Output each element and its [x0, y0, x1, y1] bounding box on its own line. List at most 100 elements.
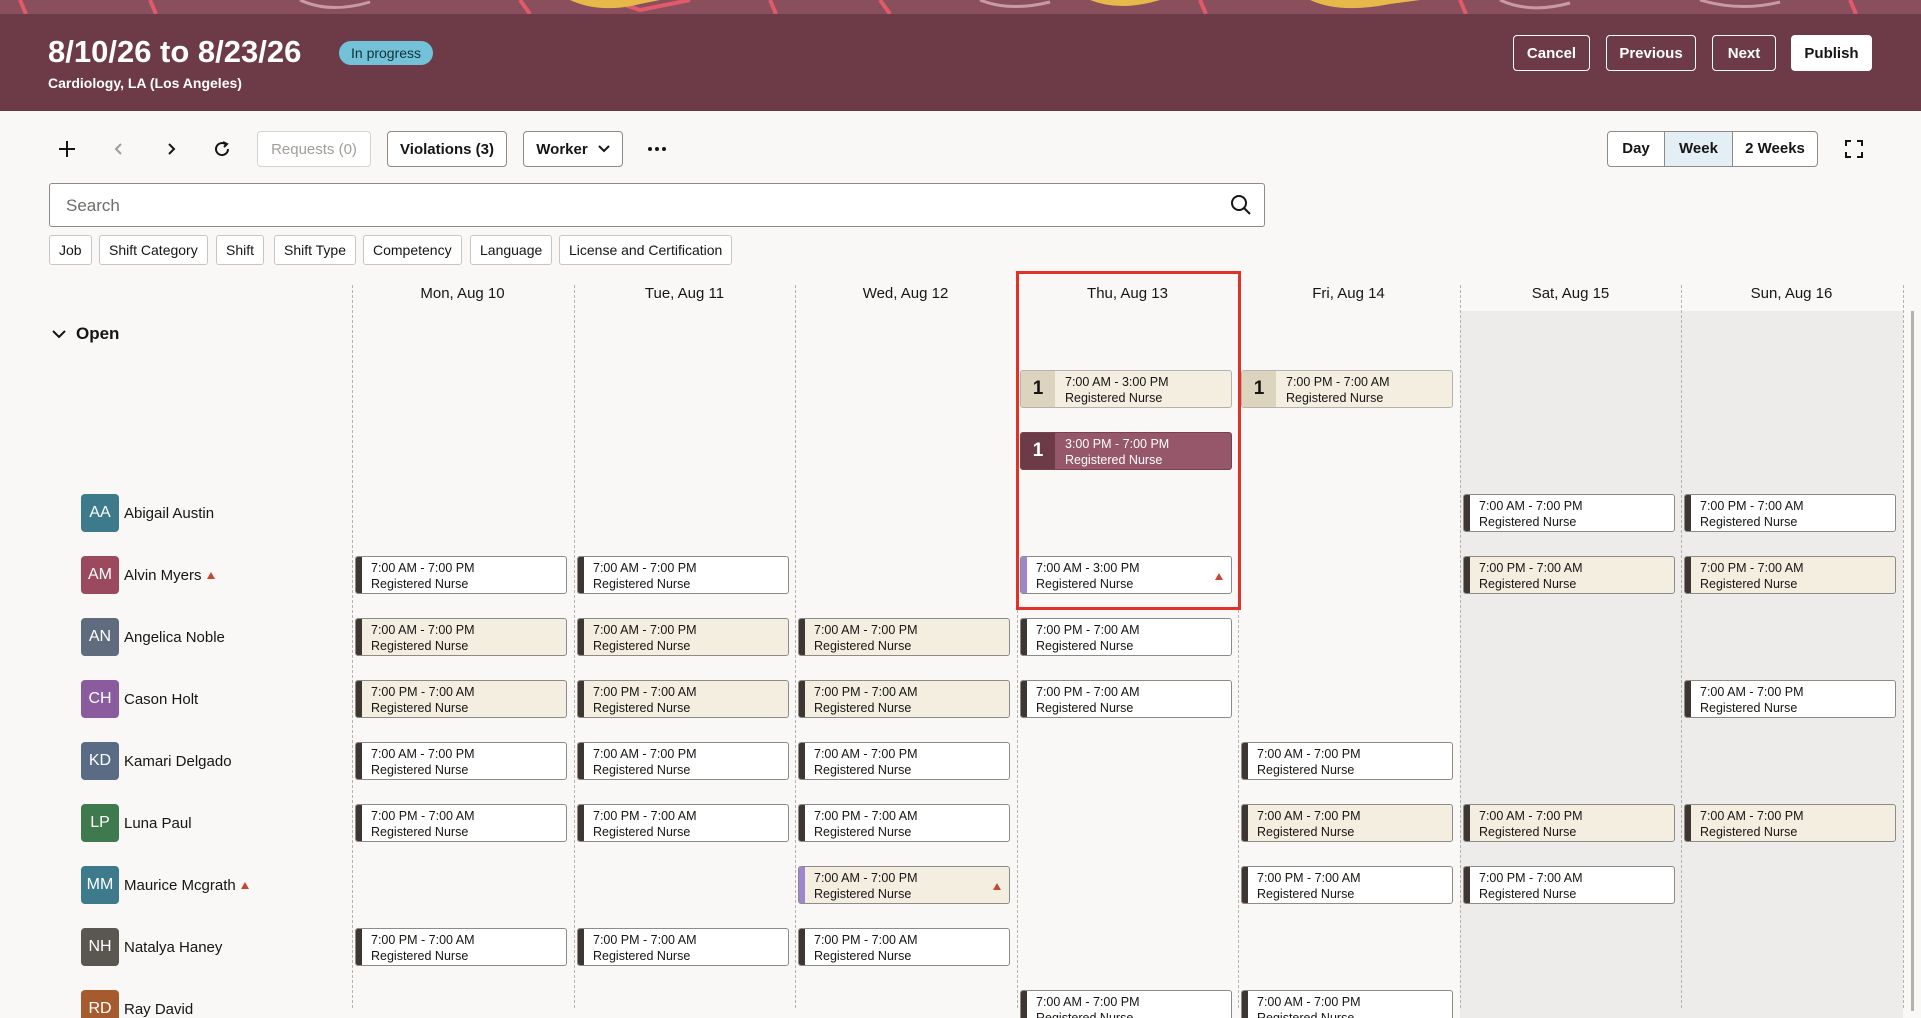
shift-time: 7:00 PM - 7:00 AM: [371, 809, 475, 823]
shift-role: Registered Nurse: [1479, 515, 1577, 529]
worker-dropdown[interactable]: Worker: [523, 131, 623, 167]
shift-card[interactable]: 7:00 PM - 7:00 AM Registered Nurse: [798, 928, 1010, 966]
worker-row-label[interactable]: AN Angelica Noble: [81, 618, 225, 656]
cancel-button[interactable]: Cancel: [1513, 35, 1590, 71]
search-icon[interactable]: [1230, 194, 1252, 221]
add-icon[interactable]: [49, 133, 85, 165]
shift-card[interactable]: 7:00 AM - 7:00 PM Registered Nurse: [1241, 804, 1453, 842]
shift-card[interactable]: 7:00 AM - 7:00 PM Registered Nurse: [355, 618, 567, 656]
refresh-icon[interactable]: [204, 133, 240, 165]
view-day-button[interactable]: Day: [1608, 132, 1665, 166]
shift-card[interactable]: 7:00 AM - 7:00 PM Registered Nurse: [1241, 742, 1453, 780]
view-week-button[interactable]: Week: [1665, 132, 1733, 166]
worker-row-label[interactable]: NH Natalya Haney: [81, 928, 222, 966]
shift-role: Registered Nurse: [1257, 825, 1355, 839]
publish-button[interactable]: Publish: [1791, 35, 1872, 71]
vertical-scrollbar[interactable]: [1911, 311, 1914, 1011]
avatar: LP: [81, 804, 119, 842]
filter-shift[interactable]: Shift: [216, 235, 265, 265]
worker-row-label[interactable]: KD Kamari Delgado: [81, 742, 232, 780]
shift-time: 7:00 PM - 7:00 AM: [814, 933, 918, 947]
shift-card[interactable]: 7:00 AM - 7:00 PM Registered Nurse: [577, 742, 789, 780]
shift-card[interactable]: 7:00 PM - 7:00 AM Registered Nurse: [577, 928, 789, 966]
shift-role: Registered Nurse: [814, 701, 912, 715]
shift-card[interactable]: 7:00 AM - 7:00 PM Registered Nurse: [355, 742, 567, 780]
chevron-left-icon[interactable]: [101, 133, 137, 165]
shift-time: 7:00 PM - 7:00 AM: [1700, 499, 1804, 513]
shift-card[interactable]: 7:00 PM - 7:00 AM Registered Nurse: [1463, 866, 1675, 904]
shift-card[interactable]: 7:00 AM - 7:00 PM Registered Nurse: [1684, 804, 1896, 842]
more-options-icon[interactable]: [639, 133, 675, 165]
shift-card[interactable]: 7:00 PM - 7:00 AM Registered Nurse: [1020, 680, 1232, 718]
shift-card[interactable]: 7:00 AM - 7:00 PM Registered Nurse: [1241, 990, 1453, 1018]
day-header: Mon, Aug 10: [420, 285, 505, 302]
open-section-toggle[interactable]: Open: [52, 324, 119, 344]
shift-role: Registered Nurse: [371, 577, 469, 591]
day-header: Sat, Aug 15: [1531, 285, 1610, 302]
worker-row-label[interactable]: LP Luna Paul: [81, 804, 192, 842]
shift-card[interactable]: 7:00 AM - 7:00 PM Registered Nurse: [798, 618, 1010, 656]
shift-card[interactable]: 7:00 AM - 7:00 PM Registered Nurse: [1684, 680, 1896, 718]
next-button[interactable]: Next: [1712, 35, 1776, 71]
avatar: AA: [81, 494, 119, 532]
shift-card[interactable]: 7:00 PM - 7:00 AM Registered Nurse: [355, 928, 567, 966]
filter-shift-type[interactable]: Shift Type: [274, 235, 357, 265]
shift-card[interactable]: 7:00 PM - 7:00 AM Registered Nurse: [1463, 556, 1675, 594]
shift-card[interactable]: 7:00 AM - 7:00 PM Registered Nurse: [577, 556, 789, 594]
fullscreen-icon[interactable]: [1836, 133, 1872, 165]
shift-card[interactable]: 7:00 PM - 7:00 AM Registered Nurse: [577, 680, 789, 718]
shift-card[interactable]: 7:00 AM - 7:00 PM Registered Nurse: [1020, 990, 1232, 1018]
search-input[interactable]: [66, 194, 1196, 218]
shift-time: 7:00 AM - 7:00 PM: [593, 747, 697, 761]
worker-row-label[interactable]: RD Ray David: [81, 990, 193, 1018]
violations-button[interactable]: Violations (3): [387, 131, 507, 167]
shift-accent-bar: [1685, 805, 1691, 841]
filter-shift-category[interactable]: Shift Category: [99, 235, 208, 265]
shift-card[interactable]: 7:00 AM - 7:00 PM Registered Nurse: [798, 866, 1010, 904]
shift-card[interactable]: 7:00 AM - 7:00 PM Registered Nurse: [1463, 804, 1675, 842]
shift-card[interactable]: 7:00 AM - 7:00 PM Registered Nurse: [1463, 494, 1675, 532]
chevron-right-icon[interactable]: [153, 133, 189, 165]
shift-accent-bar: [1021, 681, 1027, 717]
shift-accent-bar: [799, 867, 805, 903]
filter-language[interactable]: Language: [470, 235, 553, 265]
avatar: NH: [81, 928, 119, 966]
avatar: CH: [81, 680, 119, 718]
filter-job[interactable]: Job: [49, 235, 92, 265]
shift-accent-bar: [578, 743, 584, 779]
shift-card[interactable]: 7:00 PM - 7:00 AM Registered Nurse: [798, 804, 1010, 842]
view-2-weeks-button[interactable]: 2 Weeks: [1733, 132, 1817, 166]
warning-icon: [993, 883, 1001, 890]
shift-card[interactable]: 7:00 PM - 7:00 AM Registered Nurse: [1241, 866, 1453, 904]
shift-card[interactable]: 7:00 PM - 7:00 AM Registered Nurse: [1020, 618, 1232, 656]
shift-card[interactable]: 7:00 AM - 7:00 PM Registered Nurse: [798, 742, 1010, 780]
worker-row-label[interactable]: MM Maurice Mcgrath: [81, 866, 249, 904]
shift-role: Registered Nurse: [1036, 701, 1134, 715]
shift-accent-bar: [356, 929, 362, 965]
requests-button[interactable]: Requests (0): [257, 131, 371, 167]
worker-row-label[interactable]: AA Abigail Austin: [81, 494, 214, 532]
shift-card[interactable]: 7:00 PM - 7:00 AM Registered Nurse: [355, 804, 567, 842]
worker-row-label[interactable]: CH Cason Holt: [81, 680, 198, 718]
filter-competency[interactable]: Competency: [363, 235, 462, 265]
worker-row-label[interactable]: AM Alvin Myers: [81, 556, 215, 594]
shift-card[interactable]: 7:00 PM - 7:00 AM Registered Nurse: [355, 680, 567, 718]
shift-role: Registered Nurse: [593, 825, 691, 839]
previous-button[interactable]: Previous: [1606, 35, 1696, 71]
shift-card[interactable]: 7:00 PM - 7:00 AM Registered Nurse: [577, 804, 789, 842]
chevron-down-icon: [597, 145, 610, 153]
shift-accent-bar: [1464, 495, 1470, 531]
shift-time: 7:00 PM - 7:00 AM: [814, 809, 918, 823]
page-title: 8/10/26 to 8/23/26: [48, 34, 302, 69]
shift-accent-bar: [1021, 619, 1027, 655]
shift-accent-bar: [356, 619, 362, 655]
shift-card[interactable]: 7:00 AM - 7:00 PM Registered Nurse: [577, 618, 789, 656]
shift-card[interactable]: 7:00 PM - 7:00 AM Registered Nurse: [798, 680, 1010, 718]
shift-time: 7:00 AM - 7:00 PM: [371, 623, 475, 637]
open-shift-card[interactable]: 1 7:00 PM - 7:00 AM Registered Nurse: [1241, 370, 1453, 408]
shift-card[interactable]: 7:00 PM - 7:00 AM Registered Nurse: [1684, 494, 1896, 532]
shift-card[interactable]: 7:00 PM - 7:00 AM Registered Nurse: [1684, 556, 1896, 594]
filter-license-and-certification[interactable]: License and Certification: [559, 235, 733, 265]
shift-card[interactable]: 7:00 AM - 7:00 PM Registered Nurse: [355, 556, 567, 594]
shift-time: 7:00 AM - 7:00 PM: [1479, 499, 1583, 513]
